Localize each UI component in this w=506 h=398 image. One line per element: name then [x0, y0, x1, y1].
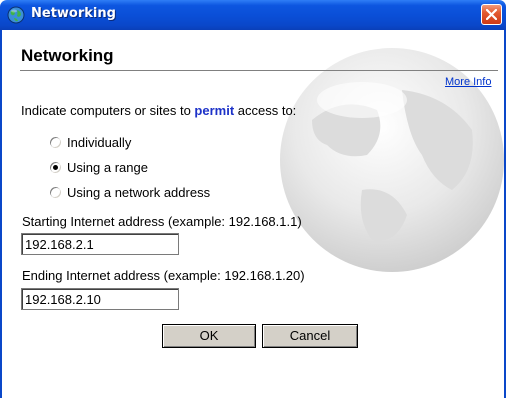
instruction-before: Indicate computers or sites to: [21, 103, 195, 118]
radio-using-range[interactable]: Using a range: [49, 159, 148, 175]
cancel-button[interactable]: Cancel: [262, 324, 358, 348]
end-address-input[interactable]: [21, 288, 179, 310]
radio-button-icon[interactable]: [49, 135, 62, 149]
radio-button-selected-icon[interactable]: [49, 160, 62, 174]
radio-label: Using a network address: [67, 184, 211, 200]
title-bar[interactable]: Networking: [0, 0, 506, 30]
instruction-after: access to:: [234, 103, 297, 118]
radio-individually[interactable]: Individually: [49, 134, 131, 150]
start-address-input[interactable]: [21, 233, 179, 255]
instruction-text: Indicate computers or sites to permit ac…: [21, 103, 296, 118]
globe-icon: [7, 6, 25, 24]
radio-label: Individually: [67, 134, 132, 150]
window-title: Networking: [31, 6, 116, 21]
close-button[interactable]: [481, 4, 502, 25]
heading-divider: [20, 70, 498, 71]
close-x-icon: [486, 9, 497, 20]
radio-button-icon[interactable]: [49, 185, 62, 199]
radio-label: Using a range: [67, 159, 148, 175]
permit-keyword: permit: [194, 103, 235, 118]
more-info-link[interactable]: More Info: [445, 76, 491, 88]
dialog-heading: Networking: [21, 46, 114, 65]
ok-button[interactable]: OK: [162, 324, 256, 348]
end-address-label: Ending Internet address (example: 192.16…: [22, 268, 305, 283]
radio-network-address[interactable]: Using a network address: [49, 184, 210, 200]
start-address-label: Starting Internet address (example: 192.…: [22, 214, 302, 229]
dialog-body: Networking More Info Indicate computers …: [0, 30, 506, 398]
